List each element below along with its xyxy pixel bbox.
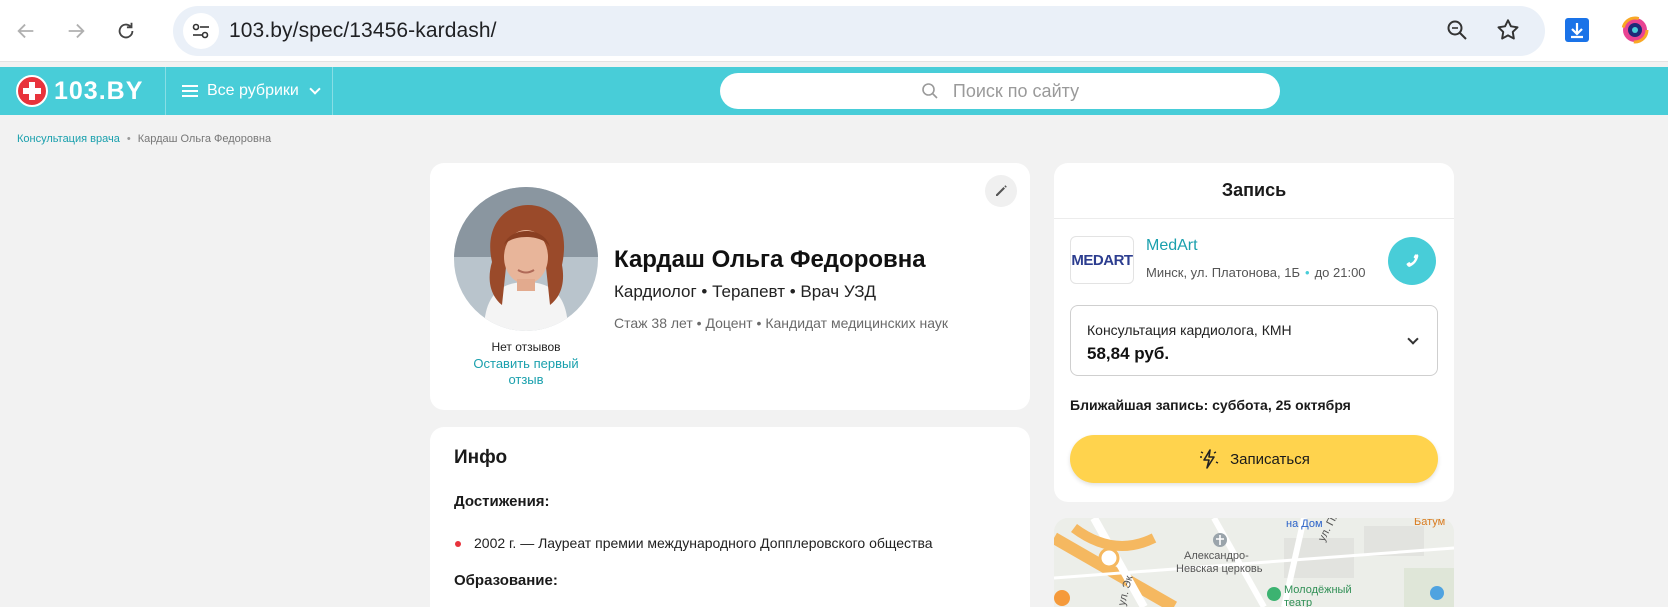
clinic-name-link[interactable]: MedArt [1146,237,1198,255]
arrow-left-icon [17,23,34,39]
all-rubrics-menu[interactable]: Все рубрики [182,67,321,115]
breadcrumb-link-consultation[interactable]: Консультация врача [17,133,120,145]
chevron-down-icon [309,82,321,95]
all-rubrics-label: Все рубрики [207,82,299,99]
clinic-address: Минск, ул. Платонова, 1Б • до 21:00 [1146,265,1366,280]
browser-toolbar: 103.by/spec/13456-kardash/ [0,0,1668,62]
header-divider [332,67,333,115]
map-label: Невская церковь [1176,563,1263,575]
doctor-avatar [454,187,598,331]
info-card: Инфо Достижения: 2002 г. — Лауреат преми… [430,427,1030,607]
map-label: Батум [1414,518,1446,528]
achievements-heading: Достижения: [454,493,550,510]
arrow-right-icon [68,23,85,39]
booking-card: Запись MEDART MedArt Минск, ул. Платонов… [1054,163,1454,502]
doctor-profile-card: Кардаш Ольга Федоровна Кардиолог • Терап… [430,163,1030,410]
booking-title: Запись [1054,163,1454,219]
map-label: театр [1284,597,1313,607]
search-placeholder: Поиск по сайту [952,80,1080,101]
red-cross-logo-icon [16,75,48,107]
doctor-photo [454,187,598,331]
back-button[interactable] [8,13,44,49]
dot-separator: • [1305,265,1310,280]
pencil-icon [996,185,1007,196]
forward-button[interactable] [58,13,94,49]
logo-text: 103.BY [54,76,144,105]
book-appointment-button[interactable]: Записаться [1070,435,1438,483]
service-name: Консультация кардиолога, КМН [1087,322,1292,338]
clinic-hours: до 21:00 [1314,265,1366,280]
phone-icon [1406,254,1419,267]
doctor-name: Кардаш Ольга Федоровна [614,246,926,273]
breadcrumb-separator: • [126,133,131,145]
clinic-address-text: Минск, ул. Платонова, 1Б [1146,265,1301,280]
header-divider [165,67,166,115]
list-bullet [455,541,461,547]
download-icon[interactable] [1563,16,1591,44]
zoom-icon[interactable] [1445,18,1469,42]
achievement-item: 2002 г. — Лауреат премии международного … [474,535,933,551]
clinic-logo[interactable]: MEDART [1070,236,1134,284]
map-label: на Дом [1286,518,1323,530]
service-price: 58,84 руб. [1087,344,1170,363]
clinic-map[interactable]: на Дом Батум Александро- Невская церковь… [1054,518,1454,607]
reload-icon [118,22,134,39]
breadcrumb: Консультация врача • Кардаш Ольга Федоро… [17,133,271,145]
nearest-appointment: Ближайшая запись: суббота, 25 октября [1070,397,1351,413]
service-select[interactable]: Консультация кардиолога, КМН 58,84 руб. [1070,305,1438,376]
address-bar[interactable]: 103.by/spec/13456-kardash/ [173,6,1545,56]
info-title: Инфо [454,447,508,468]
leave-first-review-link[interactable]: Оставить первый отзыв [470,356,582,388]
extension-icon[interactable] [1621,16,1649,44]
reviews-status: Нет отзывов [491,340,561,354]
clinic-logo-text: MEDART [1071,251,1133,269]
hamburger-icon [182,85,198,97]
tune-icon [192,23,209,39]
map-label: Александро- [1184,550,1249,562]
doctor-experience: Стаж 38 лет • Доцент • Кандидат медицинс… [614,315,948,331]
call-button[interactable] [1388,237,1436,285]
doctor-specialties: Кардиолог • Терапевт • Врач УЗД [614,282,877,301]
education-heading: Образование: [454,572,558,589]
map-label: Молодёжный [1284,584,1352,596]
edit-profile-button[interactable] [985,175,1017,207]
book-button-label: Записаться [1230,450,1310,468]
chevron-down-icon [1407,333,1419,345]
site-search-input[interactable]: Поиск по сайту [720,73,1280,109]
url-text[interactable]: 103.by/spec/13456-kardash/ [229,19,497,43]
site-header: 103.BY Все рубрики Поиск по сайту [0,67,1668,115]
reload-button[interactable] [108,13,144,49]
bookmark-star-icon[interactable] [1495,17,1521,43]
site-info-button[interactable] [183,13,219,49]
sparkle-lightning-icon [1200,449,1219,469]
site-logo[interactable]: 103.BY [16,75,143,107]
search-icon [922,83,938,99]
breadcrumb-current: Кардаш Ольга Федоровна [137,133,272,145]
